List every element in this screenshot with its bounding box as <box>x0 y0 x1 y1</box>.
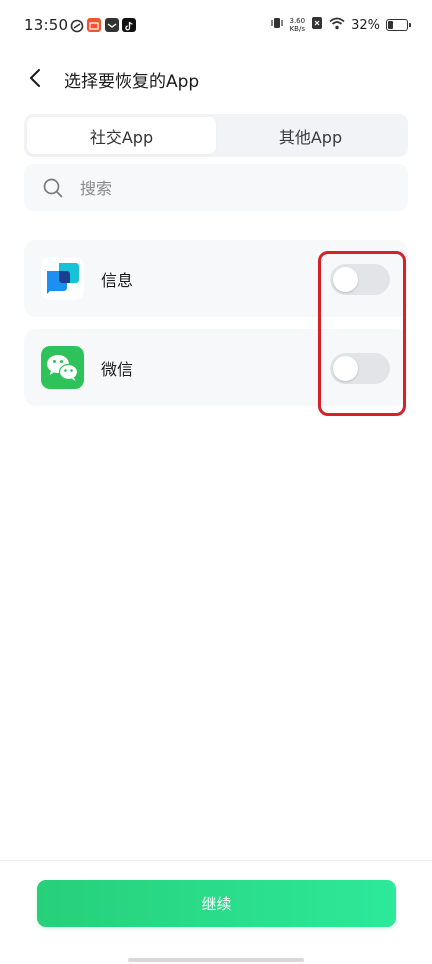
battery-icon <box>386 19 411 31</box>
home-indicator[interactable] <box>128 958 304 962</box>
footer-divider <box>0 860 432 861</box>
continue-button[interactable]: 继续 <box>37 880 396 927</box>
search-icon <box>42 177 64 199</box>
tab-social-apps[interactable]: 社交App <box>27 117 216 154</box>
wechat-icon <box>41 346 84 389</box>
status-bar: 13:50 3.60 KB/s 32% <box>0 0 432 52</box>
no-sim-icon <box>311 16 323 34</box>
highlight-box <box>318 251 406 416</box>
network-speed-unit: KB/s <box>289 25 305 33</box>
app-name: 微信 <box>101 360 134 379</box>
back-button[interactable] <box>24 66 48 90</box>
status-indicators: 3.60 KB/s 32% <box>270 16 411 34</box>
notification-shopping-icon <box>87 18 101 32</box>
page-title: 选择要恢复的App <box>64 72 200 92</box>
chevron-left-icon <box>30 69 40 87</box>
app-category-tabs: 社交App 其他App <box>24 114 408 157</box>
notification-mail-icon <box>105 18 119 32</box>
search-input[interactable] <box>78 164 392 213</box>
vibrate-icon <box>270 16 284 34</box>
search-bar <box>24 164 408 213</box>
wifi-icon <box>329 17 345 34</box>
network-speed-value: 3.60 <box>289 17 306 25</box>
status-time: 13:50 <box>24 16 69 34</box>
battery-percent: 32% <box>351 17 380 33</box>
notification-tiktok-icon <box>122 18 136 32</box>
restore-apps-screen: 13:50 3.60 KB/s 32% 选择要恢复的App 社交App 其他Ap… <box>0 0 432 964</box>
notification-app-icon <box>70 18 84 33</box>
app-name: 信息 <box>101 271 134 290</box>
battery-fill <box>388 21 393 29</box>
tab-other-apps[interactable]: 其他App <box>216 117 405 154</box>
network-speed: 3.60 KB/s <box>290 17 306 33</box>
messages-icon <box>41 257 84 300</box>
header: 选择要恢复的App <box>0 56 432 100</box>
